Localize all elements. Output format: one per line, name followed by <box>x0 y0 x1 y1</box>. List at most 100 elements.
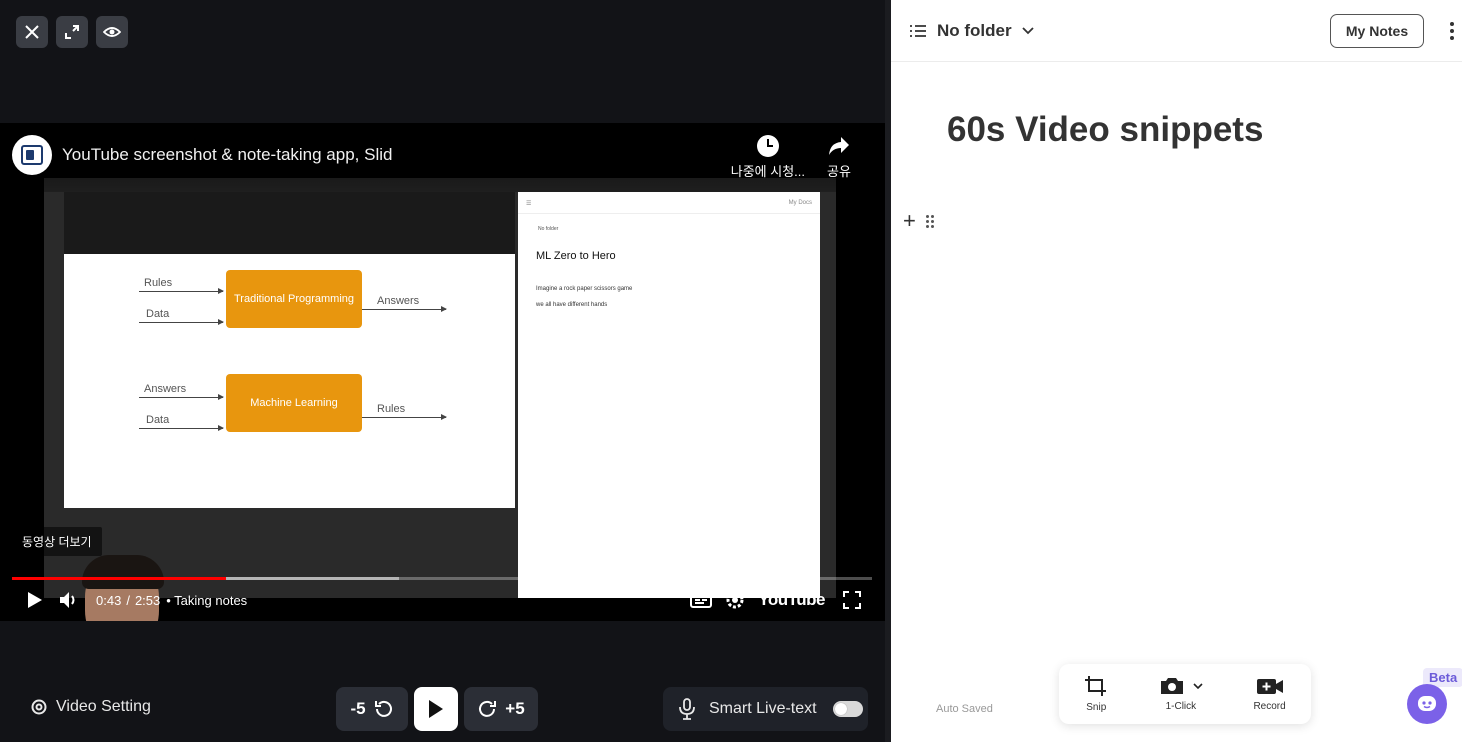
share-button[interactable]: 공유 <box>827 135 851 180</box>
eye-icon[interactable] <box>96 16 128 48</box>
app-root: Rules Data Traditional Programming Answe… <box>0 0 1462 742</box>
pane-controls <box>16 16 128 48</box>
video-setting-label: Video Setting <box>56 698 151 715</box>
progress-buffered <box>226 577 399 580</box>
play-icon[interactable] <box>18 585 52 615</box>
folder-selector[interactable]: No folder <box>909 21 1034 41</box>
video-frame: Rules Data Traditional Programming Answe… <box>44 178 836 598</box>
inner-doc-title: ML Zero to Hero <box>536 250 616 262</box>
player-header-actions: 나중에 시청... 공유 <box>731 135 851 180</box>
snip-button[interactable]: Snip <box>1084 675 1108 713</box>
play-button[interactable] <box>414 687 458 731</box>
slide-body: Rules Data Traditional Programming Answe… <box>64 254 515 508</box>
volume-icon[interactable] <box>52 585 86 615</box>
subtitles-icon[interactable] <box>684 585 718 615</box>
settings-gear-icon[interactable] <box>718 585 752 615</box>
player-header: YouTube screenshot & note-taking app, Sl… <box>0 123 885 193</box>
slide-label-rules: Rules <box>377 403 406 415</box>
slide-label-answers: Answers <box>144 383 187 395</box>
expand-icon[interactable] <box>56 16 88 48</box>
smart-live-text-label: Smart Live-text <box>709 700 817 717</box>
list-icon <box>910 25 926 37</box>
slide-arrow <box>139 288 224 294</box>
video-pane: Rules Data Traditional Programming Answe… <box>0 0 885 742</box>
gear-icon <box>31 699 47 715</box>
slide-box-traditional: Traditional Programming <box>226 270 362 328</box>
drag-handle-icon[interactable] <box>925 214 934 228</box>
youtube-player[interactable]: Rules Data Traditional Programming Answe… <box>0 123 885 621</box>
slide-arrow <box>139 394 224 400</box>
forward-label: +5 <box>505 699 525 718</box>
snip-label: Snip <box>1086 702 1107 713</box>
inner-doc-line: Imagine a rock paper scissors game <box>536 286 633 292</box>
block-controls: + <box>903 210 934 232</box>
inner-doc-header: ☰ My Docs <box>518 192 820 214</box>
video-camera-icon <box>1256 679 1283 694</box>
slide-box-ml: Machine Learning <box>226 374 362 432</box>
slide-arrow <box>362 414 447 420</box>
microphone-icon <box>679 698 695 720</box>
rewind-icon <box>374 700 392 717</box>
fullscreen-icon[interactable] <box>835 585 869 615</box>
seek-controls: -5 +5 <box>336 687 538 731</box>
inner-doc-menu: ☰ <box>526 201 532 207</box>
one-click-label: 1-Click <box>1165 701 1197 712</box>
slide-label-data: Data <box>146 414 170 426</box>
capture-toolbar: Snip 1-Click Record <box>1059 664 1311 724</box>
current-time: 0:43 <box>96 592 122 608</box>
chapter-title[interactable]: • Taking notes <box>166 593 247 608</box>
folder-name: No folder <box>937 21 1012 40</box>
time-separator: / <box>126 592 130 608</box>
play-icon <box>429 700 443 718</box>
slide: Rules Data Traditional Programming Answe… <box>64 192 515 508</box>
inner-note-doc: ☰ My Docs No folder ML Zero to Hero Imag… <box>518 192 820 598</box>
smart-live-text: Smart Live-text <box>663 687 868 731</box>
video-setting-button[interactable]: Video Setting <box>30 698 151 716</box>
record-label: Record <box>1253 701 1286 712</box>
record-button[interactable]: Record <box>1253 676 1286 712</box>
slide-label-answers: Answers <box>377 295 420 307</box>
auto-saved-status: Auto Saved <box>936 703 993 715</box>
slide-arrow <box>362 306 447 312</box>
chevron-down-icon <box>1021 27 1034 35</box>
watch-later-label: 나중에 시청... <box>730 164 805 179</box>
add-block-icon[interactable]: + <box>903 210 916 232</box>
duration: 2:53 <box>134 592 161 608</box>
slide-label-rules: Rules <box>144 277 173 289</box>
smart-live-text-toggle[interactable] <box>832 701 863 717</box>
youtube-logo[interactable]: YouTube <box>758 590 825 610</box>
chat-bot-icon <box>1418 696 1436 711</box>
one-click-button[interactable]: 1-Click <box>1159 676 1203 712</box>
video-title[interactable]: YouTube screenshot & note-taking app, Sl… <box>62 145 392 165</box>
document-title[interactable]: 60s Video snippets <box>947 110 1263 150</box>
video-control-bar: Video Setting -5 +5 Smart Live-text <box>0 672 885 742</box>
slide-arrow <box>139 425 224 431</box>
share-icon <box>829 137 849 155</box>
watch-later-button[interactable]: 나중에 시청... <box>731 135 805 180</box>
forward-icon <box>479 700 497 717</box>
my-notes-button[interactable]: My Notes <box>1330 14 1424 48</box>
slide-label-data: Data <box>146 308 170 320</box>
progress-bar[interactable] <box>12 577 872 580</box>
more-options-icon[interactable] <box>1449 22 1455 40</box>
crop-icon <box>1085 676 1107 696</box>
camera-icon <box>1160 678 1183 694</box>
chat-support-button[interactable] <box>1407 684 1447 724</box>
inner-doc-line: we all have different hands <box>536 302 608 308</box>
clock-icon <box>756 135 779 157</box>
share-label: 공유 <box>827 164 851 179</box>
chevron-down-icon[interactable] <box>1193 683 1203 689</box>
notes-pane: No folder My Notes 60s Video snippets + … <box>891 0 1462 742</box>
rewind-button[interactable]: -5 <box>336 687 408 731</box>
slide-arrow <box>139 319 224 325</box>
more-videos-label[interactable]: 동영상 더보기 <box>12 527 102 556</box>
forward-button[interactable]: +5 <box>464 687 538 731</box>
inner-doc-mydocs: My Docs <box>788 200 812 206</box>
inner-doc-folder: No folder <box>538 226 559 232</box>
rewind-label: -5 <box>350 699 366 718</box>
channel-avatar[interactable] <box>12 135 52 175</box>
progress-played <box>12 577 227 580</box>
close-icon[interactable] <box>16 16 48 48</box>
notes-header: No folder My Notes <box>891 0 1462 62</box>
player-controls: 0:43 / 2:53 • Taking notes YouTube <box>0 585 885 615</box>
